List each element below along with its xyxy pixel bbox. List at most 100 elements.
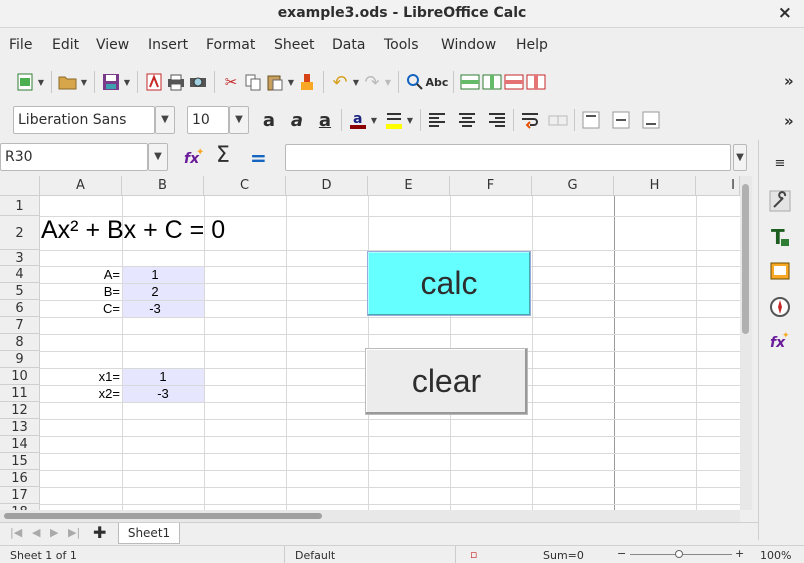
last-sheet-icon[interactable]: ▶| [68, 526, 80, 539]
undo-icon[interactable]: ↶ [329, 71, 351, 93]
row-header[interactable]: 4 [0, 266, 40, 283]
cell-a10-label[interactable]: x1= [40, 369, 120, 384]
row-header[interactable]: 3 [0, 250, 40, 266]
add-sheet-icon[interactable]: ✚ [93, 523, 106, 542]
new-document-icon[interactable] [14, 71, 36, 93]
row-header[interactable]: 7 [0, 317, 40, 334]
name-box[interactable]: R30 [0, 143, 148, 171]
menu-tools[interactable]: Tools [384, 37, 419, 53]
zoom-level[interactable]: 100% [760, 549, 791, 562]
clone-formatting-icon[interactable] [296, 71, 318, 93]
column-header[interactable]: D [286, 176, 368, 196]
menu-data[interactable]: Data [332, 37, 365, 53]
navigator-icon[interactable] [767, 294, 793, 320]
menu-insert[interactable]: Insert [148, 37, 188, 53]
row-header[interactable]: 14 [0, 436, 40, 453]
spreadsheet-grid[interactable]: A B C D E F G H I 1 2 3 4 5 6 7 8 9 10 1… [0, 176, 740, 510]
column-header[interactable]: H [614, 176, 696, 196]
formula-expand-button[interactable]: ▼ [733, 144, 747, 171]
cell-a11-label[interactable]: x2= [40, 386, 120, 401]
font-size-input[interactable]: 10 [187, 106, 229, 134]
highlight-color-icon[interactable] [383, 109, 405, 131]
menu-format[interactable]: Format [206, 37, 255, 53]
underline-icon[interactable]: a [314, 109, 336, 131]
functions-icon[interactable]: fx ✦ [767, 328, 793, 354]
wrap-text-icon[interactable] [519, 109, 541, 131]
formula-icon[interactable]: = [250, 146, 267, 170]
row-header[interactable]: 11 [0, 385, 40, 402]
chevron-down-icon[interactable]: ▼ [122, 71, 132, 93]
insert-column-icon[interactable] [481, 71, 503, 93]
chevron-down-icon[interactable]: ▼ [79, 71, 89, 93]
close-icon[interactable]: × [778, 3, 792, 23]
insert-row-icon[interactable] [459, 71, 481, 93]
column-header[interactable]: B [122, 176, 204, 196]
font-color-icon[interactable]: a [347, 109, 369, 131]
select-all-corner[interactable] [0, 176, 40, 196]
row-header[interactable]: 9 [0, 351, 40, 368]
first-sheet-icon[interactable]: |◀ [10, 526, 22, 539]
cut-icon[interactable]: ✂ [220, 71, 242, 93]
row-header[interactable]: 8 [0, 334, 40, 351]
align-center-icon[interactable] [456, 109, 478, 131]
toolbar-overflow-icon[interactable]: » [784, 72, 794, 90]
chevron-down-icon[interactable]: ▼ [405, 109, 415, 131]
font-name-dropdown[interactable]: ▼ [155, 106, 175, 134]
calc-button[interactable]: calc [367, 251, 531, 316]
vertical-scroll-thumb[interactable] [742, 184, 749, 334]
menu-file[interactable]: File [9, 37, 32, 53]
vertical-scrollbar[interactable] [740, 176, 752, 510]
row-header[interactable]: 13 [0, 419, 40, 436]
menu-edit[interactable]: Edit [52, 37, 79, 53]
cell-b6-value[interactable]: -3 [122, 301, 188, 316]
align-top-icon[interactable] [580, 109, 602, 131]
column-header[interactable]: E [368, 176, 450, 196]
paste-icon[interactable] [264, 71, 286, 93]
align-right-icon[interactable] [486, 109, 508, 131]
row-header[interactable]: 15 [0, 453, 40, 470]
column-header[interactable]: C [204, 176, 286, 196]
cell-b4-value[interactable]: 1 [122, 267, 188, 282]
sheet-tab[interactable]: Sheet1 [118, 523, 180, 544]
chevron-down-icon[interactable]: ▼ [369, 109, 379, 131]
sidebar-menu-icon[interactable]: ≡ [767, 150, 793, 176]
name-box-dropdown[interactable]: ▼ [148, 143, 168, 171]
bold-icon[interactable]: a [258, 109, 280, 131]
styles-icon[interactable]: T [767, 224, 793, 250]
clear-button[interactable]: clear [365, 348, 528, 415]
italic-icon[interactable]: a [286, 109, 308, 131]
save-icon[interactable] [100, 71, 122, 93]
toolbar-overflow-icon[interactable]: » [784, 112, 794, 130]
row-header[interactable]: 10 [0, 368, 40, 385]
column-header[interactable]: I [696, 176, 740, 196]
cell-a2-equation[interactable]: Ax² + Bx + C = 0 [41, 216, 225, 245]
menu-view[interactable]: View [96, 37, 129, 53]
chevron-down-icon[interactable]: ▼ [36, 71, 46, 93]
print-icon[interactable] [165, 71, 187, 93]
align-bottom-icon[interactable] [640, 109, 662, 131]
row-header[interactable]: 16 [0, 470, 40, 487]
formula-input[interactable] [285, 144, 731, 171]
find-replace-icon[interactable] [404, 71, 426, 93]
chevron-down-icon[interactable]: ▼ [286, 71, 296, 93]
zoom-slider-handle[interactable] [675, 550, 683, 558]
page-style[interactable]: Default [295, 549, 335, 562]
cell-b11-value[interactable]: -3 [122, 386, 204, 401]
function-wizard-icon[interactable]: fx ✦ [183, 147, 205, 171]
next-sheet-icon[interactable]: ▶ [50, 526, 58, 539]
horizontal-scrollbar[interactable] [0, 510, 740, 522]
chevron-down-icon[interactable]: ▼ [383, 71, 393, 93]
redo-icon[interactable]: ↷ [361, 71, 383, 93]
delete-column-icon[interactable] [525, 71, 547, 93]
align-vertical-center-icon[interactable] [610, 109, 632, 131]
copy-icon[interactable] [242, 71, 264, 93]
row-header[interactable]: 2 [0, 216, 40, 250]
delete-row-icon[interactable] [503, 71, 525, 93]
row-header[interactable]: 17 [0, 487, 40, 504]
open-folder-icon[interactable] [57, 71, 79, 93]
chevron-down-icon[interactable]: ▼ [351, 71, 361, 93]
row-header[interactable]: 5 [0, 283, 40, 300]
sum-icon[interactable]: Σ [216, 143, 230, 168]
column-header[interactable]: F [450, 176, 532, 196]
font-name-input[interactable]: Liberation Sans [13, 106, 155, 134]
